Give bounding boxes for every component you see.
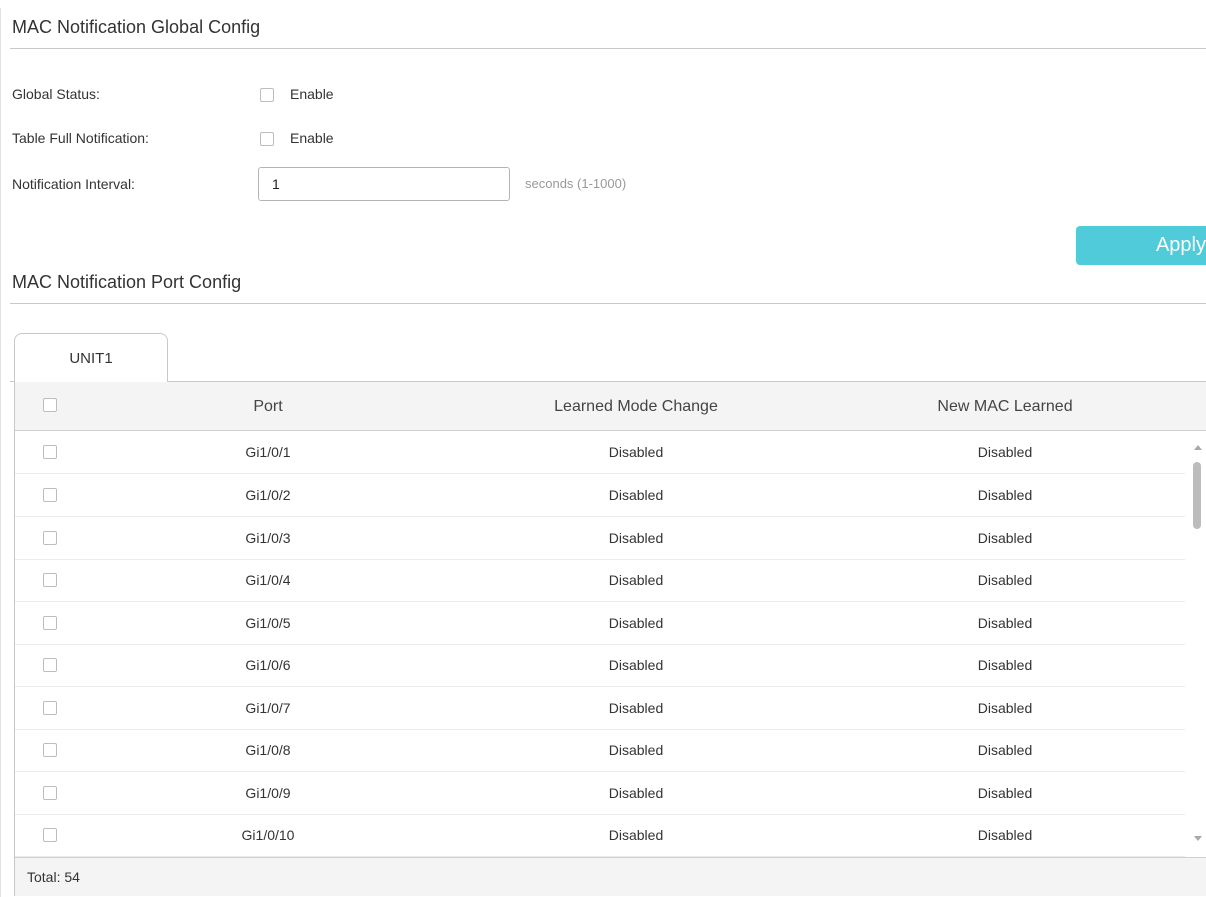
port-cell: Gi1/0/3 — [245, 530, 291, 546]
row-checkbox[interactable] — [43, 445, 57, 459]
learned-mode-change-cell: Disabled — [608, 572, 664, 588]
port-cell: Gi1/0/7 — [245, 700, 291, 716]
table-scrollbar[interactable] — [1186, 431, 1206, 857]
learned-mode-change-cell: Disabled — [608, 487, 664, 503]
tab-unit1[interactable]: UNIT1 — [14, 333, 168, 382]
new-mac-learned-cell: Disabled — [977, 657, 1033, 673]
left-border — [0, 8, 1, 897]
page: MAC Notification Global Config Global St… — [0, 0, 1206, 897]
table-full-notification-checkbox[interactable] — [260, 132, 274, 146]
scrollbar-thumb[interactable] — [1193, 462, 1201, 529]
total-count: Total: 54 — [27, 869, 80, 885]
new-mac-learned-cell: Disabled — [977, 487, 1033, 503]
scroll-down-arrow-icon[interactable] — [1194, 836, 1202, 841]
new-mac-learned-cell: Disabled — [977, 785, 1033, 801]
table-full-enable-label[interactable]: Enable — [290, 130, 334, 146]
learned-mode-change-cell: Disabled — [608, 444, 664, 460]
notification-interval-label: Notification Interval: — [12, 176, 135, 192]
row-checkbox[interactable] — [43, 786, 57, 800]
row-checkbox[interactable] — [43, 701, 57, 715]
learned-mode-change-cell: Disabled — [608, 827, 664, 843]
learned-mode-change-cell: Disabled — [608, 785, 664, 801]
notification-interval-hint: seconds (1-1000) — [525, 176, 627, 191]
port-config-divider — [10, 303, 1206, 304]
notification-interval-input[interactable] — [258, 167, 510, 201]
port-cell: Gi1/0/9 — [245, 785, 291, 801]
table-header: Port Learned Mode Change New MAC Learned — [15, 382, 1206, 431]
port-cell: Gi1/0/10 — [241, 827, 295, 843]
scroll-up-arrow-icon[interactable] — [1194, 445, 1202, 450]
learned-mode-change-cell: Disabled — [608, 615, 664, 631]
table-row[interactable]: Gi1/0/9 Disabled Disabled — [15, 772, 1185, 815]
learned-mode-change-cell: Disabled — [608, 742, 664, 758]
new-mac-learned-cell: Disabled — [977, 572, 1033, 588]
new-mac-learned-cell: Disabled — [977, 615, 1033, 631]
global-config-divider — [10, 48, 1206, 49]
learned-mode-change-cell: Disabled — [608, 530, 664, 546]
port-cell: Gi1/0/2 — [245, 487, 291, 503]
new-mac-learned-cell: Disabled — [977, 530, 1033, 546]
port-cell: Gi1/0/8 — [245, 742, 291, 758]
column-header-learned-mode-change[interactable]: Learned Mode Change — [554, 398, 718, 416]
table-row[interactable]: Gi1/0/7 Disabled Disabled — [15, 687, 1185, 730]
global-config-title: MAC Notification Global Config — [12, 17, 261, 37]
new-mac-learned-cell: Disabled — [977, 444, 1033, 460]
table-row[interactable]: Gi1/0/5 Disabled Disabled — [15, 602, 1185, 645]
port-cell: Gi1/0/1 — [245, 444, 291, 460]
row-checkbox[interactable] — [43, 573, 57, 587]
row-checkbox[interactable] — [43, 743, 57, 757]
column-header-port[interactable]: Port — [253, 398, 282, 416]
row-checkbox[interactable] — [43, 531, 57, 545]
port-config-title: MAC Notification Port Config — [12, 272, 242, 292]
table-row[interactable]: Gi1/0/2 Disabled Disabled — [15, 474, 1185, 517]
learned-mode-change-cell: Disabled — [608, 657, 664, 673]
row-checkbox[interactable] — [43, 658, 57, 672]
new-mac-learned-cell: Disabled — [977, 742, 1033, 758]
table-row[interactable]: Gi1/0/10 Disabled Disabled — [15, 814, 1185, 857]
new-mac-learned-cell: Disabled — [977, 700, 1033, 716]
row-checkbox[interactable] — [43, 828, 57, 842]
table-row[interactable]: Gi1/0/1 Disabled Disabled — [15, 431, 1185, 474]
global-status-label: Global Status: — [12, 86, 100, 102]
table-row[interactable]: Gi1/0/4 Disabled Disabled — [15, 559, 1185, 602]
port-cell: Gi1/0/5 — [245, 615, 291, 631]
table-full-notification-label: Table Full Notification: — [12, 130, 149, 146]
port-cell: Gi1/0/6 — [245, 657, 291, 673]
apply-button[interactable]: Apply — [1076, 226, 1206, 265]
row-checkbox[interactable] — [43, 616, 57, 630]
column-header-new-mac-learned[interactable]: New MAC Learned — [937, 398, 1072, 416]
table-footer: Total: 54 — [15, 857, 1206, 896]
table-body: Gi1/0/1 Disabled Disabled Gi1/0/2 Disabl… — [15, 431, 1185, 857]
select-all-checkbox[interactable] — [43, 398, 57, 412]
learned-mode-change-cell: Disabled — [608, 700, 664, 716]
port-cell: Gi1/0/4 — [245, 572, 291, 588]
global-status-checkbox[interactable] — [260, 88, 274, 102]
table-row[interactable]: Gi1/0/8 Disabled Disabled — [15, 729, 1185, 772]
global-status-enable-label[interactable]: Enable — [290, 86, 334, 102]
row-checkbox[interactable] — [43, 488, 57, 502]
new-mac-learned-cell: Disabled — [977, 827, 1033, 843]
table-row[interactable]: Gi1/0/3 Disabled Disabled — [15, 517, 1185, 560]
table-row[interactable]: Gi1/0/6 Disabled Disabled — [15, 644, 1185, 687]
